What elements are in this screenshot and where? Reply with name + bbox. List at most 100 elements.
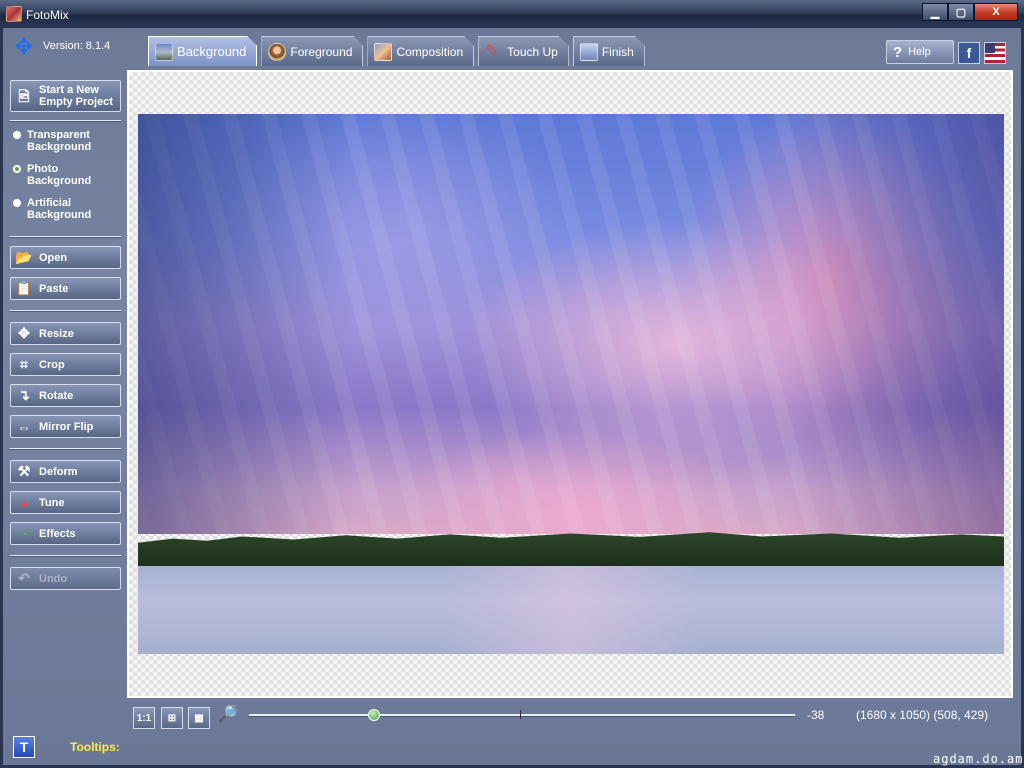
finish-icon — [580, 43, 598, 61]
mirror-flip-label: Mirror Flip — [39, 420, 94, 433]
title-bar: FotoMix ▁ ▢ X — [0, 0, 1024, 28]
zoom-slider-center-tick — [520, 710, 521, 719]
radio-label-line2: Background — [27, 209, 92, 221]
tab-label: Composition — [396, 44, 464, 59]
rotate-button[interactable]: ↴ Rotate — [10, 384, 121, 407]
deform-button[interactable]: ⚒ Deform — [10, 460, 121, 483]
window-controls: ▁ ▢ X — [922, 3, 1018, 21]
crop-icon: ⌗ — [20, 356, 28, 372]
image-canvas[interactable] — [127, 70, 1013, 698]
open-label: Open — [39, 251, 68, 264]
radio-transparent-background[interactable]: Transparent Background — [12, 129, 91, 153]
new-document-icon: 🖻 — [18, 88, 30, 104]
tune-button[interactable]: ◕ Tune — [10, 491, 121, 514]
tab-background[interactable]: Background — [148, 36, 257, 66]
grid-icon: ▦ — [194, 712, 204, 724]
color-wheel-icon: ◕ — [19, 494, 29, 511]
version-label: Version: 8.1.4 — [43, 40, 111, 52]
radio-label-line2: Background — [27, 175, 92, 187]
effects-icon: ◔ — [19, 525, 29, 542]
lake — [138, 566, 1004, 654]
tab-composition[interactable]: Composition — [367, 36, 474, 66]
zoom-slider-thumb[interactable] — [368, 709, 380, 721]
radio-photo-background[interactable]: Photo Background — [12, 163, 91, 187]
close-button[interactable]: X — [974, 3, 1018, 21]
clipboard-icon: 📋 — [15, 280, 33, 296]
question-icon: ? — [893, 43, 903, 61]
app-icon — [6, 6, 22, 22]
brush-icon: ✎ — [485, 42, 499, 60]
radio-dot — [12, 130, 22, 140]
window-title: FotoMix — [26, 8, 69, 22]
resize-button[interactable]: ✥ Resize — [10, 322, 121, 345]
paste-button[interactable]: 📋 Paste — [10, 277, 121, 300]
crop-label: Crop — [39, 358, 65, 371]
radio-label-line2: Background — [27, 141, 92, 153]
open-button[interactable]: 📂 Open — [10, 246, 121, 269]
radio-label-line1: Photo — [27, 163, 59, 175]
effects-label: Effects — [39, 527, 76, 540]
magnifier-icon: 🔎 — [218, 706, 238, 723]
help-button[interactable]: ? Help — [886, 40, 954, 64]
main-area: ✥ Version: 8.1.4 Background Foreground C… — [0, 28, 1024, 768]
tab-label: Background — [177, 44, 247, 59]
undo-label: Undo — [39, 572, 68, 585]
radio-label: Transparent Background — [27, 129, 91, 153]
facebook-button[interactable]: f — [958, 42, 980, 64]
deform-icon: ⚒ — [17, 463, 31, 479]
crop-button[interactable]: ⌗ Crop — [10, 353, 121, 376]
new-project-line1: Start a New — [39, 84, 99, 96]
help-label: Help — [908, 46, 931, 58]
move-arrows-icon: ✥ — [18, 325, 30, 341]
portrait-icon — [268, 43, 286, 61]
divider — [10, 236, 121, 238]
radio-label: Photo Background — [27, 163, 91, 187]
fit-icon: ⊞ — [167, 712, 177, 724]
deform-label: Deform — [39, 465, 78, 478]
maximize-button[interactable]: ▢ — [948, 3, 974, 21]
divider — [10, 120, 121, 122]
gear-icon: ✥ — [14, 34, 34, 59]
background-photo — [138, 114, 1004, 654]
actual-size-button[interactable]: 1:1 — [133, 707, 155, 729]
radio-dot — [12, 198, 22, 208]
effects-button[interactable]: ◔ Effects — [10, 522, 121, 545]
tab-label: Finish — [601, 44, 634, 59]
grid-toggle-button[interactable]: ▦ — [188, 707, 210, 729]
rotate-label: Rotate — [39, 389, 74, 402]
undo-arrow-icon: ↶ — [18, 570, 30, 586]
radio-label-line1: Artificial — [27, 197, 72, 209]
tooltips-toggle-button[interactable]: T — [13, 736, 35, 758]
divider — [10, 555, 121, 557]
new-project-label: Start a New Empty Project — [39, 84, 113, 108]
folder-icon: 📂 — [15, 249, 33, 265]
tooltips-label: Tooltips: — [70, 740, 120, 754]
new-project-button[interactable]: 🖻 Start a New Empty Project — [10, 80, 121, 112]
mirror-flip-button[interactable]: ⇔ Mirror Flip — [10, 415, 121, 438]
composition-icon — [374, 43, 392, 61]
sky — [138, 114, 1004, 534]
radio-artificial-background[interactable]: Artificial Background — [12, 197, 91, 221]
tab-foreground[interactable]: Foreground — [261, 36, 363, 66]
tab-bar: Background Foreground Composition ✎ Touc… — [148, 36, 649, 66]
radio-dot-checked — [12, 164, 22, 174]
radio-label: Artificial Background — [27, 197, 91, 221]
us-flag-icon[interactable] — [984, 42, 1006, 64]
zoom-slider-track[interactable] — [249, 714, 795, 717]
resize-label: Resize — [39, 327, 74, 340]
new-project-line2: Empty Project — [39, 96, 113, 108]
minimize-button[interactable]: ▁ — [922, 3, 948, 21]
undo-button[interactable]: ↶ Undo — [10, 567, 121, 590]
divider — [10, 310, 121, 312]
zoom-value: -38 — [807, 708, 825, 722]
tab-label: Touch Up — [507, 44, 558, 59]
tab-touch-up[interactable]: ✎ Touch Up — [478, 36, 569, 66]
divider — [10, 448, 121, 450]
landscape-icon — [155, 43, 173, 61]
fit-to-window-button[interactable]: ⊞ — [161, 707, 183, 729]
watermark: agdam.do.am — [933, 752, 1024, 766]
horizontal-arrows-icon: ⇔ — [17, 418, 31, 435]
image-dimensions: (1680 x 1050) (508, 429) — [856, 708, 989, 722]
tab-finish[interactable]: Finish — [573, 36, 645, 66]
radio-label-line1: Transparent — [27, 129, 90, 141]
